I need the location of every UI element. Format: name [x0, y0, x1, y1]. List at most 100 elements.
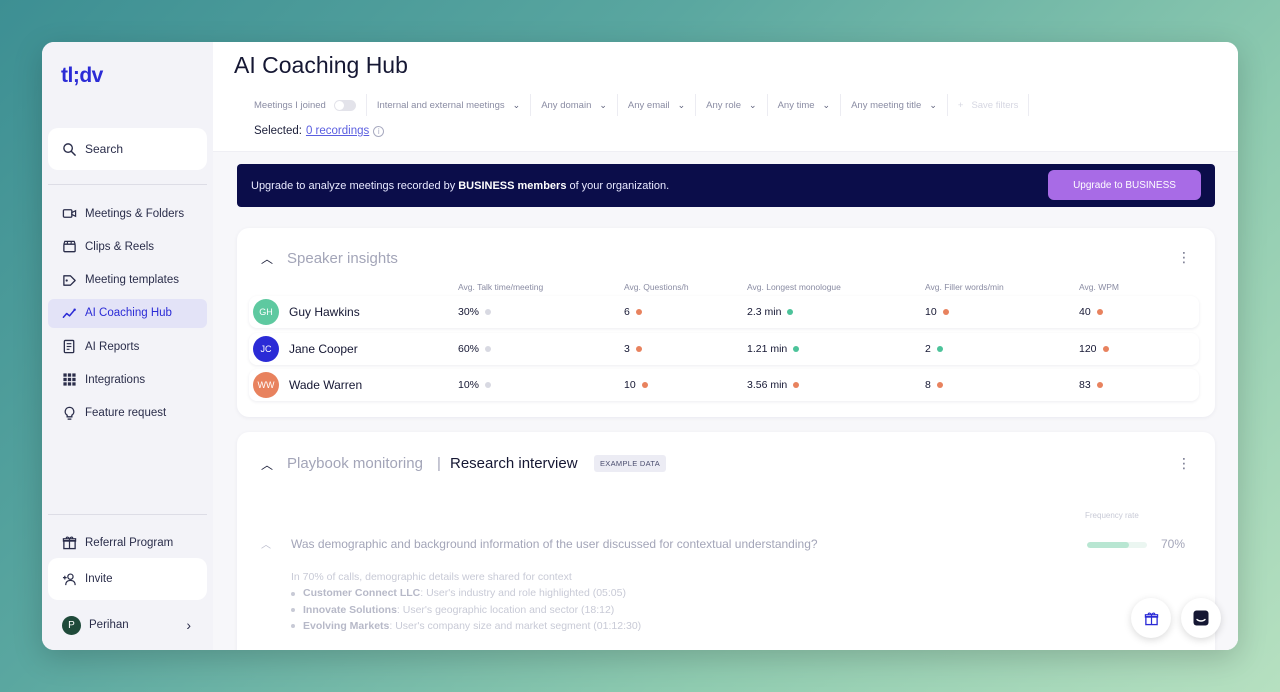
user-name: Perihan [89, 619, 129, 631]
filter-label: Any meeting title [851, 99, 922, 111]
gift-button[interactable] [1131, 598, 1171, 638]
questions-value: 3 [624, 343, 642, 355]
value-text: 8 [925, 379, 931, 391]
speaker-insights-card: ︿ Speaker insights ⋮ Avg. Talk time/meet… [237, 228, 1215, 417]
status-dot [936, 382, 943, 388]
selected-recordings-link[interactable]: 0 recordings [306, 125, 369, 137]
sidebar-item-ai-reports[interactable]: AI Reports [48, 332, 207, 361]
filter-label: Any email [627, 99, 670, 111]
wpm-value: 40 [1079, 306, 1103, 318]
sidebar-nav: Meetings & Folders Clips & Reels Meeting… [48, 199, 207, 432]
save-filters-label: Save filters [971, 99, 1019, 111]
wpm-value: 120 [1079, 343, 1109, 355]
meetings-joined-toggle[interactable] [333, 99, 356, 111]
filler-value: 2 [925, 343, 943, 355]
meeting-title-filter[interactable]: Any meeting title ⌄ [841, 94, 948, 116]
chevron-down-icon: ⌄ [749, 99, 757, 110]
search-button[interactable]: Search [48, 128, 207, 170]
frequency-label: Frequency rate [1085, 511, 1139, 520]
chevron-up-icon[interactable]: ︿ [261, 536, 271, 551]
sidebar-item-label: AI Reports [85, 340, 140, 353]
meetings-joined-filter[interactable]: Meetings I joined [234, 94, 367, 116]
sidebar-item-clips-reels[interactable]: Clips & Reels [48, 232, 207, 261]
more-options-icon[interactable]: ⋮ [1177, 250, 1191, 264]
sidebar-item-label: Referral Program [85, 536, 174, 549]
status-dot [793, 382, 800, 388]
playbook-title: Playbook monitoring [287, 455, 423, 472]
chevron-up-icon[interactable]: ︿ [261, 456, 273, 473]
speaker-name: Wade Warren [289, 378, 363, 392]
value-text: 3.56 min [747, 379, 788, 391]
sidebar-bottom: Referral Program [48, 528, 207, 561]
questions-value: 10 [624, 379, 648, 391]
filter-label: Internal and external meetings [376, 99, 505, 111]
table-row[interactable]: WW Wade Warren 10% 10 3.56 min 8 83 [249, 369, 1199, 401]
chevron-down-icon: ⌄ [822, 99, 831, 110]
sidebar: tl;dv Search Meetings & Folders Clips & … [42, 42, 213, 650]
main-content: AI Coaching Hub Meetings I joined Intern… [213, 42, 1238, 650]
status-dot [635, 346, 642, 352]
value-text: 30% [458, 306, 480, 318]
frequency-bar-fill [1087, 542, 1129, 548]
sidebar-item-label: Clips & Reels [85, 240, 155, 253]
column-header: Avg. WPM [1079, 282, 1119, 292]
user-menu[interactable]: P Perihan › [48, 612, 207, 638]
wpm-value: 83 [1079, 379, 1103, 391]
avatar: WW [253, 372, 279, 398]
sidebar-item-meeting-templates[interactable]: Meeting templates [48, 266, 207, 295]
value-text: 10 [624, 379, 636, 391]
value-text: 120 [1079, 343, 1097, 355]
value-text: 6 [624, 306, 630, 318]
playbook-question-row[interactable]: ︿ Was demographic and background informa… [249, 528, 1199, 560]
banner-text-bold: BUSINESS members [458, 179, 567, 192]
sidebar-item-ai-coaching-hub[interactable]: AI Coaching Hub [48, 298, 207, 328]
sidebar-item-label: Meeting templates [85, 274, 179, 287]
search-label: Search [85, 142, 124, 156]
sidebar-item-referral-program[interactable]: Referral Program [48, 528, 207, 557]
column-header: Avg. Longest monologue [747, 282, 841, 292]
playbook-name[interactable]: Research interview [450, 455, 578, 472]
playbook-monitoring-card: ︿ Playbook monitoring | Research intervi… [237, 432, 1215, 650]
chat-button[interactable] [1181, 598, 1221, 638]
list-item: Innovate Solutions: User's geographic lo… [291, 604, 641, 620]
filter-label: Meetings I joined [254, 99, 326, 111]
upgrade-button[interactable]: Upgrade to BUSINESS [1048, 170, 1201, 200]
info-icon[interactable]: i [373, 125, 385, 137]
plus-icon: + [957, 99, 964, 111]
question-details: In 70% of calls, demographic details wer… [291, 571, 641, 636]
chevron-right-icon: › [186, 617, 191, 633]
email-filter[interactable]: Any email ⌄ [618, 94, 697, 116]
chat-icon [1192, 609, 1210, 627]
speaker-insights-title: Speaker insights [287, 250, 398, 267]
table-row[interactable]: GH Guy Hawkins 30% 6 2.3 min 10 40 [249, 296, 1199, 328]
table-row[interactable]: JC Jane Cooper 60% 3 1.21 min 2 120 [249, 333, 1199, 365]
save-filters-button[interactable]: + Save filters [948, 94, 1030, 116]
column-header: Avg. Questions/h [624, 282, 689, 292]
column-header: Avg. Talk time/meeting [458, 282, 544, 292]
sidebar-item-integrations[interactable]: Integrations [48, 365, 207, 394]
sidebar-divider [48, 514, 207, 515]
sidebar-item-meetings-folders[interactable]: Meetings & Folders [48, 199, 207, 228]
avatar: GH [253, 299, 279, 325]
title-separator: | [437, 455, 441, 472]
domain-filter[interactable]: Any domain ⌄ [531, 94, 618, 116]
sidebar-item-label: AI Coaching Hub [85, 307, 172, 320]
meeting-scope-filter[interactable]: Internal and external meetings ⌄ [367, 94, 532, 116]
more-options-icon[interactable]: ⋮ [1177, 456, 1191, 470]
status-dot [942, 309, 949, 315]
selected-label: Selected: [254, 125, 302, 137]
frequency-bar [1087, 542, 1147, 548]
company-name: Innovate Solutions [303, 603, 397, 616]
monologue-value: 2.3 min [747, 306, 794, 318]
chevron-up-icon[interactable]: ︿ [261, 250, 273, 267]
app-logo[interactable]: tl;dv [61, 64, 103, 88]
invite-button[interactable]: Invite [48, 558, 207, 600]
app-window: tl;dv Search Meetings & Folders Clips & … [42, 42, 1238, 650]
template-tag-icon [62, 273, 77, 288]
filter-bar: Meetings I joined Internal and external … [234, 94, 1030, 116]
role-filter[interactable]: Any role ⌄ [696, 94, 768, 116]
sidebar-item-feature-request[interactable]: Feature request [48, 399, 207, 428]
detail-text: : User's geographic location and sector … [396, 603, 615, 616]
sidebar-divider [48, 184, 207, 185]
time-filter[interactable]: Any time ⌄ [768, 94, 842, 116]
